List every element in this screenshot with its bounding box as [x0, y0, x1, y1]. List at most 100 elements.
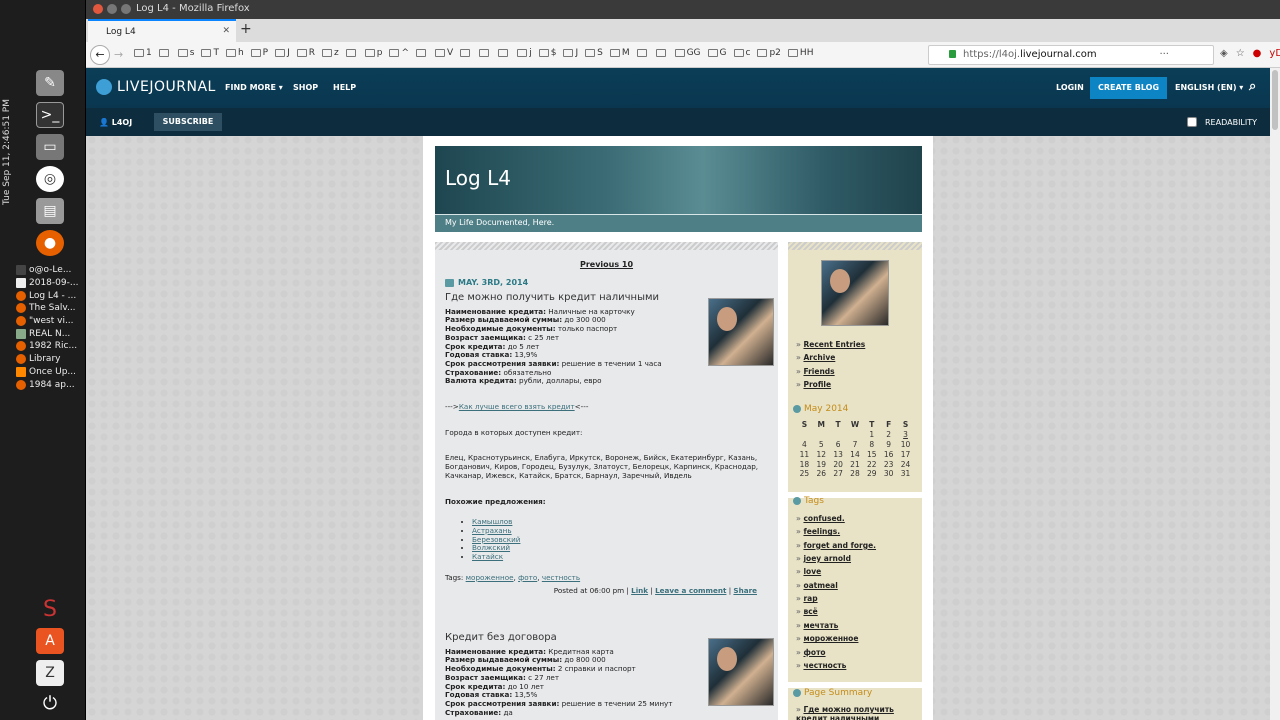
computer-icon[interactable]: ▭: [36, 134, 64, 160]
post-tag-link[interactable]: честность: [542, 573, 580, 582]
similar-link[interactable]: Астрахань: [472, 526, 512, 535]
sidebar-link[interactable]: » Friends: [796, 367, 835, 376]
post-tag-link[interactable]: мороженное: [466, 573, 514, 582]
login-link[interactable]: LOGIN: [1056, 83, 1084, 92]
url-bar[interactable]: https://l4oj.livejournal.com ···: [928, 45, 1214, 65]
sidebar-tag-link[interactable]: » честность: [796, 661, 846, 670]
calendar-day[interactable]: 3: [897, 430, 914, 440]
user-avatar[interactable]: [821, 260, 889, 326]
task-item[interactable]: The Salv...: [16, 302, 86, 315]
ubuntu-icon[interactable]: ◎: [36, 166, 64, 192]
sidebar-link[interactable]: » Recent Entries: [796, 340, 865, 349]
readability-checkbox[interactable]: [1187, 117, 1197, 127]
task-item[interactable]: Library: [16, 353, 86, 366]
permalink[interactable]: Link: [631, 586, 648, 596]
sidebar-tag-link[interactable]: » фото: [796, 648, 826, 657]
bookmark-item[interactable]: G: [707, 48, 727, 58]
bookmark-item[interactable]: J: [275, 48, 290, 58]
sidebar-link[interactable]: » Profile: [796, 380, 831, 389]
tab-log-l4[interactable]: Log L4 ✕: [88, 19, 236, 42]
sidebar-tag-link[interactable]: » forget and forge.: [796, 541, 876, 550]
previous-link[interactable]: Previous 10: [435, 260, 778, 269]
post-tag-link[interactable]: фото: [518, 573, 537, 582]
bookmark-item[interactable]: [636, 48, 649, 58]
task-item[interactable]: REAL N...: [16, 327, 86, 340]
yandex-icon[interactable]: yD: [1269, 48, 1280, 59]
nav-find-more[interactable]: FIND MORE ▾: [225, 83, 283, 92]
bookmark-item[interactable]: T: [201, 48, 219, 58]
bookmark-item[interactable]: p: [364, 48, 382, 58]
bookmark-item[interactable]: [158, 48, 171, 58]
bookmark-item[interactable]: [498, 48, 510, 58]
create-blog-button[interactable]: CREATE BLOG: [1090, 77, 1167, 99]
forward-button[interactable]: →: [114, 48, 123, 61]
task-item[interactable]: Once Up...: [16, 366, 86, 379]
task-item[interactable]: 1982 Ric...: [16, 340, 86, 353]
sidebar-tag-link[interactable]: » love: [796, 567, 821, 576]
abp-icon[interactable]: ●: [1253, 48, 1262, 59]
task-item[interactable]: "west vi...: [16, 315, 86, 328]
task-item[interactable]: o@o-Le...: [16, 264, 86, 277]
nav-shop[interactable]: SHOP: [293, 83, 318, 92]
bookmark-item[interactable]: S: [585, 48, 603, 58]
close-tab-icon[interactable]: ✕: [222, 26, 230, 36]
back-button[interactable]: ←: [90, 45, 110, 65]
leave-comment-link[interactable]: Leave a comment: [655, 586, 726, 596]
task-item[interactable]: 2018-09-...: [16, 277, 86, 290]
power-icon[interactable]: ⏻: [36, 690, 64, 716]
bookmark-item[interactable]: 1: [134, 48, 152, 58]
calendar-heading[interactable]: May 2014: [793, 404, 848, 414]
similar-link[interactable]: Березовский: [472, 535, 520, 544]
bookmark-item[interactable]: [655, 48, 668, 58]
bookmark-item[interactable]: V: [435, 48, 453, 58]
bookmark-item[interactable]: [479, 48, 491, 58]
sidebar-tag-link[interactable]: » всё: [796, 607, 818, 616]
bookmark-item[interactable]: j: [517, 48, 532, 58]
bookmark-item[interactable]: p2: [757, 48, 781, 58]
sidebar-tag-link[interactable]: » feelings.: [796, 527, 840, 536]
firefox-icon[interactable]: ●: [36, 230, 64, 256]
maximize-window-icon[interactable]: [121, 4, 131, 14]
language-select[interactable]: ENGLISH (EN) ▾: [1175, 83, 1243, 92]
bookmark-item[interactable]: s: [177, 48, 194, 58]
close-window-icon[interactable]: [93, 4, 103, 14]
app-z-icon[interactable]: Z: [36, 660, 64, 686]
app-s-icon[interactable]: S: [36, 596, 64, 622]
terminal-icon[interactable]: >_: [36, 102, 64, 128]
bookmark-item[interactable]: ^: [389, 48, 409, 58]
page-actions-icon[interactable]: ···: [1159, 46, 1169, 64]
software-center-icon[interactable]: A: [36, 628, 64, 654]
bookmark-item[interactable]: P: [250, 48, 268, 58]
bookmark-item[interactable]: GG: [674, 48, 701, 58]
task-item[interactable]: 1984 ap...: [16, 378, 86, 391]
page-scrollbar[interactable]: [1270, 68, 1280, 720]
sidebar-tag-link[interactable]: » rap: [796, 594, 818, 603]
sidebar-tag-link[interactable]: » joey arnold: [796, 554, 851, 563]
bookmark-item[interactable]: M: [609, 48, 630, 58]
lj-logo[interactable]: LIVEJOURNAL: [96, 79, 216, 95]
sidebar-link[interactable]: » Archive: [796, 353, 835, 362]
task-item[interactable]: Log L4 - ...: [16, 289, 86, 302]
new-tab-icon[interactable]: +: [240, 21, 252, 37]
bookmark-item[interactable]: z: [322, 48, 339, 58]
bookmark-item[interactable]: [345, 48, 358, 58]
sidebar-tag-link[interactable]: » мороженное: [796, 634, 858, 643]
similar-link[interactable]: Катайск: [472, 552, 503, 561]
nav-help[interactable]: HELP: [333, 83, 356, 92]
sidebar-tag-link[interactable]: » oatmeal: [796, 581, 838, 590]
bookmark-item[interactable]: HH: [787, 48, 813, 58]
blog-title[interactable]: Log L4: [445, 166, 511, 190]
sidebar-tag-link[interactable]: » мечтать: [796, 621, 838, 630]
text-editor-icon[interactable]: ✎: [36, 70, 64, 96]
subscribe-button[interactable]: SUBSCRIBE: [154, 113, 222, 131]
best-credit-link[interactable]: Как лучше всего взять кредит: [459, 402, 575, 411]
share-link[interactable]: Share: [733, 586, 757, 596]
similar-link[interactable]: Камышлов: [472, 517, 512, 526]
journal-user[interactable]: 👤 L4OJ: [99, 118, 132, 127]
minimize-window-icon[interactable]: [107, 4, 117, 14]
bookmark-item[interactable]: R: [296, 48, 315, 58]
bookmark-item[interactable]: J: [563, 48, 578, 58]
bookmark-item[interactable]: $: [538, 48, 556, 58]
star-icon[interactable]: ☆: [1236, 48, 1245, 59]
summary-item[interactable]: » Где можно получить кредит наличными: [796, 705, 906, 720]
